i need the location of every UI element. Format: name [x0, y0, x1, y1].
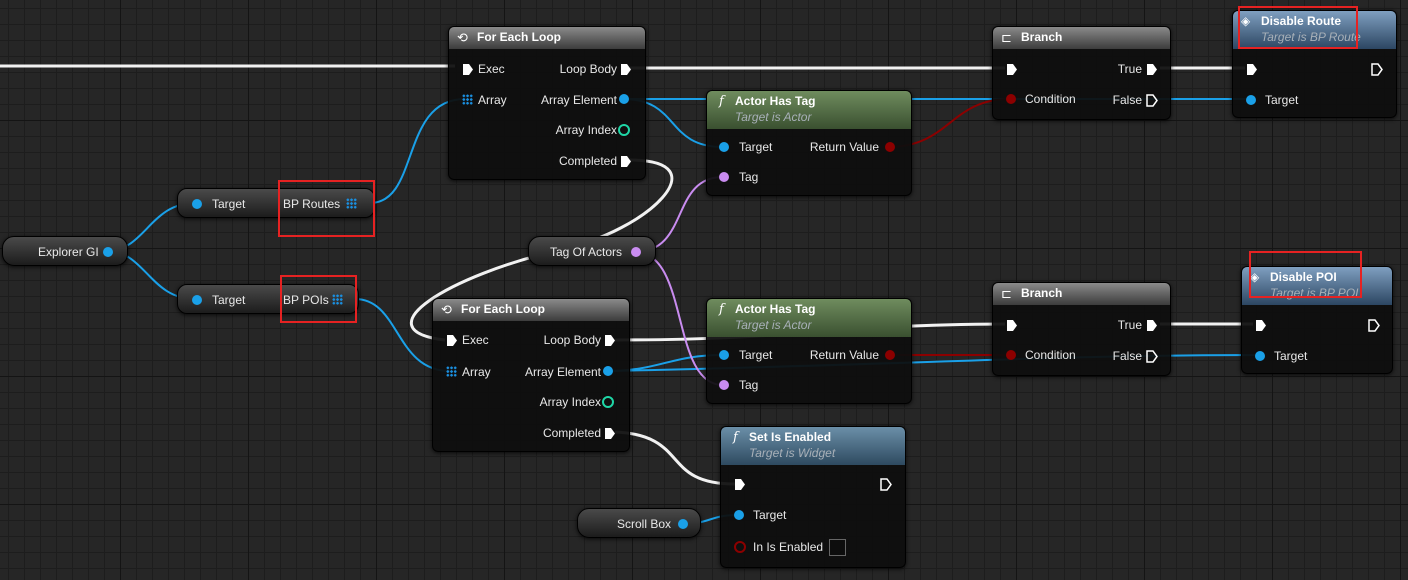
branch-2-condition-pin[interactable] — [1006, 350, 1016, 360]
branch-2-title: Branch — [1021, 286, 1063, 300]
actor-has-tag-2-title: Actor Has Tag — [735, 302, 816, 316]
actor-has-tag-2-target-pin[interactable] — [719, 350, 729, 360]
set-is-enabled-header: f Set Is Enabled Target is Widget — [721, 427, 905, 465]
actor-has-tag-1-tag-label: Tag — [739, 170, 759, 184]
highlight-bp-pois — [280, 275, 357, 323]
branch-1-title: Branch — [1021, 30, 1063, 44]
branch-2-condition-label: Condition — [1025, 348, 1076, 362]
disable-poi-target-pin[interactable] — [1255, 351, 1265, 361]
set-is-enabled-target-pin[interactable] — [734, 510, 744, 520]
for-each-2-element-pin[interactable] — [603, 366, 613, 376]
for-each-1-index-pin[interactable] — [618, 124, 630, 136]
actor-has-tag-1-header: f Actor Has Tag Target is Actor — [707, 91, 911, 129]
set-is-enabled-bool-label: In Is Enabled — [753, 540, 824, 554]
for-each-2-title: For Each Loop — [461, 302, 545, 316]
branch-1-condition-pin[interactable] — [1006, 94, 1016, 104]
for-each-2-index-label: Array Index — [539, 395, 601, 409]
for-each-1-loop-body-label: Loop Body — [559, 62, 617, 76]
explorer-gi-variable[interactable]: Explorer GI — [2, 236, 128, 266]
actor-has-tag-2-subtitle: Target is Actor — [735, 318, 812, 332]
actor-has-tag-node-2[interactable]: f Actor Has Tag Target is Actor Target T… — [706, 298, 912, 404]
actor-has-tag-2-tag-pin[interactable] — [719, 380, 729, 390]
actor-has-tag-1-target-label: Target — [739, 140, 773, 154]
branch-node-2[interactable]: ⊏ Branch Condition True False — [992, 282, 1171, 376]
set-is-enabled-bool-pin[interactable] — [734, 541, 746, 553]
for-each-1-array-pin[interactable] — [462, 94, 473, 105]
scroll-box-output-pin[interactable] — [678, 519, 688, 529]
highlight-disable-poi — [1249, 251, 1362, 298]
get-routes-target-label: Target — [212, 197, 246, 211]
highlight-disable-route — [1238, 6, 1358, 49]
tag-of-actors-label: Tag Of Actors — [550, 245, 623, 259]
function-icon: f — [719, 302, 724, 317]
branch-2-false-label: False — [1112, 349, 1142, 363]
branch-1-false-label: False — [1112, 93, 1142, 107]
actor-has-tag-1-target-pin[interactable] — [719, 142, 729, 152]
actor-has-tag-1-title: Actor Has Tag — [735, 94, 816, 108]
for-each-loop-node-1[interactable]: ⟲ For Each Loop Exec Array Loop Body Arr… — [448, 26, 646, 180]
disable-route-target-pin[interactable] — [1246, 95, 1256, 105]
explorer-gi-output-pin[interactable] — [103, 247, 113, 257]
set-is-enabled-subtitle: Target is Widget — [749, 446, 836, 460]
for-each-1-index-label: Array Index — [555, 123, 617, 137]
tag-of-actors-output-pin[interactable] — [631, 247, 641, 257]
for-each-1-array-label: Array — [478, 93, 507, 107]
branch-1-condition-label: Condition — [1025, 92, 1076, 106]
for-each-2-header: ⟲ For Each Loop — [433, 299, 629, 321]
loop-icon: ⟲ — [457, 30, 468, 45]
scroll-box-variable[interactable]: Scroll Box — [577, 508, 701, 538]
for-each-2-loop-body-label: Loop Body — [543, 333, 601, 347]
branch-2-true-label: True — [1117, 318, 1142, 332]
branch-1-header: ⊏ Branch — [993, 27, 1170, 49]
for-each-1-exec-label: Exec — [478, 62, 505, 76]
exec-wire-completed2-set-enabled — [614, 430, 736, 486]
tag-of-actors-variable[interactable]: Tag Of Actors — [528, 236, 656, 266]
actor-has-tag-1-return-pin[interactable] — [885, 142, 895, 152]
actor-has-tag-2-tag-label: Tag — [739, 378, 759, 392]
actor-has-tag-node-1[interactable]: f Actor Has Tag Target is Actor Target T… — [706, 90, 912, 196]
for-each-1-title: For Each Loop — [477, 30, 561, 44]
disable-poi-target-label: Target — [1274, 349, 1308, 363]
for-each-2-completed-label: Completed — [542, 426, 601, 440]
function-icon: f — [733, 430, 738, 445]
actor-has-tag-1-subtitle: Target is Actor — [735, 110, 812, 124]
get-routes-target-pin[interactable] — [192, 199, 202, 209]
for-each-1-completed-label: Completed — [558, 154, 617, 168]
in-is-enabled-checkbox[interactable] — [829, 539, 846, 556]
loop-icon: ⟲ — [441, 302, 452, 317]
actor-has-tag-2-return-pin[interactable] — [885, 350, 895, 360]
function-icon: f — [719, 94, 724, 109]
highlight-bp-routes — [278, 180, 375, 237]
set-is-enabled-node[interactable]: f Set Is Enabled Target is Widget Target… — [720, 426, 906, 568]
set-is-enabled-title: Set Is Enabled — [749, 430, 832, 444]
branch-node-1[interactable]: ⊏ Branch Condition True False — [992, 26, 1171, 120]
for-each-2-index-pin[interactable] — [602, 396, 614, 408]
for-each-1-element-pin[interactable] — [619, 94, 629, 104]
for-each-2-element-label: Array Element — [524, 365, 601, 379]
get-pois-target-label: Target — [212, 293, 246, 307]
for-each-loop-node-2[interactable]: ⟲ For Each Loop Exec Array Loop Body Arr… — [432, 298, 630, 452]
actor-has-tag-2-return-label: Return Value — [809, 348, 879, 362]
for-each-1-header: ⟲ For Each Loop — [449, 27, 645, 49]
branch-1-true-label: True — [1117, 62, 1142, 76]
explorer-gi-label: Explorer GI — [38, 245, 99, 259]
for-each-2-exec-label: Exec — [462, 333, 489, 347]
disable-route-target-label: Target — [1265, 93, 1299, 107]
set-is-enabled-target-label: Target — [753, 508, 787, 522]
branch-icon: ⊏ — [1001, 286, 1012, 301]
actor-has-tag-2-target-label: Target — [739, 348, 773, 362]
for-each-2-array-label: Array — [462, 365, 491, 379]
scroll-box-label: Scroll Box — [617, 517, 672, 531]
for-each-1-element-label: Array Element — [540, 93, 617, 107]
actor-has-tag-2-header: f Actor Has Tag Target is Actor — [707, 299, 911, 337]
for-each-2-array-pin[interactable] — [446, 366, 457, 377]
get-pois-target-pin[interactable] — [192, 295, 202, 305]
actor-has-tag-1-return-label: Return Value — [809, 140, 879, 154]
actor-has-tag-1-tag-pin[interactable] — [719, 172, 729, 182]
branch-2-header: ⊏ Branch — [993, 283, 1170, 305]
branch-icon: ⊏ — [1001, 30, 1012, 45]
